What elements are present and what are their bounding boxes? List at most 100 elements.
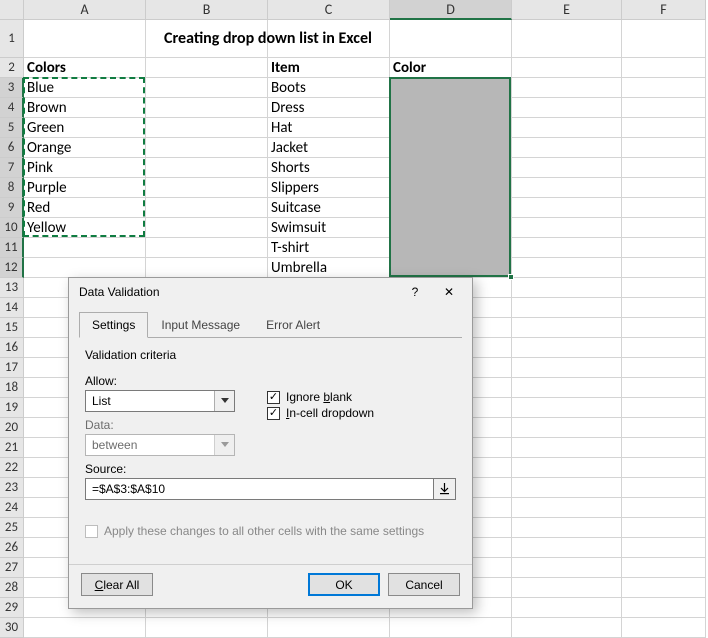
col-header-E[interactable]: E — [512, 0, 622, 20]
cell-B8[interactable] — [146, 178, 268, 198]
row-header[interactable]: 14 — [0, 298, 24, 318]
cell-E24[interactable] — [512, 498, 622, 518]
cell-D6[interactable] — [390, 138, 512, 158]
cell-D8[interactable] — [390, 178, 512, 198]
cell-E10[interactable] — [512, 218, 622, 238]
cell-E2[interactable] — [512, 58, 622, 78]
cell-F12[interactable] — [622, 258, 706, 278]
cell-F19[interactable] — [622, 398, 706, 418]
cell-E29[interactable] — [512, 598, 622, 618]
cell-A11[interactable] — [24, 238, 146, 258]
cell-F9[interactable] — [622, 198, 706, 218]
cell-F28[interactable] — [622, 578, 706, 598]
col-header-D[interactable]: D — [390, 0, 512, 20]
allow-select[interactable]: List — [85, 390, 235, 412]
cell-D5[interactable] — [390, 118, 512, 138]
tab-error-alert[interactable]: Error Alert — [253, 312, 333, 338]
cell-F22[interactable] — [622, 458, 706, 478]
range-picker-button[interactable] — [434, 478, 456, 500]
row-header[interactable]: 25 — [0, 518, 24, 538]
cell-F10[interactable] — [622, 218, 706, 238]
row-header[interactable]: 15 — [0, 318, 24, 338]
cell-F8[interactable] — [622, 178, 706, 198]
row-header[interactable]: 8 — [0, 178, 24, 198]
cell-D3[interactable] — [390, 78, 512, 98]
cell-D12[interactable] — [390, 258, 512, 278]
cell-E16[interactable] — [512, 338, 622, 358]
cell-E12[interactable] — [512, 258, 622, 278]
cell-E14[interactable] — [512, 298, 622, 318]
ignore-blank-checkbox[interactable]: ✓ Ignore blank — [267, 390, 374, 404]
cell-B12[interactable] — [146, 258, 268, 278]
select-all-corner[interactable] — [0, 0, 24, 20]
row-header[interactable]: 2 — [0, 58, 24, 78]
cell-A5[interactable]: Green — [24, 118, 146, 138]
row-header[interactable]: 24 — [0, 498, 24, 518]
cell-E18[interactable] — [512, 378, 622, 398]
cell-F18[interactable] — [622, 378, 706, 398]
cell-E28[interactable] — [512, 578, 622, 598]
close-button[interactable]: ✕ — [432, 280, 466, 304]
cell-A4[interactable]: Brown — [24, 98, 146, 118]
cell-A9[interactable]: Red — [24, 198, 146, 218]
cell-A12[interactable] — [24, 258, 146, 278]
row-header[interactable]: 6 — [0, 138, 24, 158]
cell-C12[interactable]: Umbrella — [268, 258, 390, 278]
cell-C30[interactable] — [268, 618, 390, 638]
cell-F7[interactable] — [622, 158, 706, 178]
cell-E3[interactable] — [512, 78, 622, 98]
cell-B10[interactable] — [146, 218, 268, 238]
cell-F29[interactable] — [622, 598, 706, 618]
cell-E7[interactable] — [512, 158, 622, 178]
cell-B2[interactable] — [146, 58, 268, 78]
cell-F15[interactable] — [622, 318, 706, 338]
cell-A10[interactable]: Yellow — [24, 218, 146, 238]
cell-C6[interactable]: Jacket — [268, 138, 390, 158]
cell-F3[interactable] — [622, 78, 706, 98]
cell-D10[interactable] — [390, 218, 512, 238]
cell-F11[interactable] — [622, 238, 706, 258]
row-header[interactable]: 23 — [0, 478, 24, 498]
cell-E20[interactable] — [512, 418, 622, 438]
incell-dropdown-checkbox[interactable]: ✓ In-cell dropdown — [267, 406, 374, 420]
cell-D11[interactable] — [390, 238, 512, 258]
cell-F16[interactable] — [622, 338, 706, 358]
cell-F25[interactable] — [622, 518, 706, 538]
col-header-C[interactable]: C — [268, 0, 390, 20]
row-header[interactable]: 26 — [0, 538, 24, 558]
cell-E30[interactable] — [512, 618, 622, 638]
clear-all-button[interactable]: Clear All — [81, 573, 153, 596]
cell-B5[interactable] — [146, 118, 268, 138]
row-header[interactable]: 10 — [0, 218, 24, 238]
cell-E26[interactable] — [512, 538, 622, 558]
cell-E19[interactable] — [512, 398, 622, 418]
cell-F5[interactable] — [622, 118, 706, 138]
cell-F4[interactable] — [622, 98, 706, 118]
cell-B3[interactable] — [146, 78, 268, 98]
cell-C5[interactable]: Hat — [268, 118, 390, 138]
cell-C3[interactable]: Boots — [268, 78, 390, 98]
dialog-titlebar[interactable]: Data Validation ? ✕ — [69, 278, 472, 306]
row-header[interactable]: 4 — [0, 98, 24, 118]
row-header[interactable]: 17 — [0, 358, 24, 378]
cell-A3[interactable]: Blue — [24, 78, 146, 98]
cell-C9[interactable]: Suitcase — [268, 198, 390, 218]
row-header[interactable]: 7 — [0, 158, 24, 178]
cell-F6[interactable] — [622, 138, 706, 158]
cell-E8[interactable] — [512, 178, 622, 198]
col-header-B[interactable]: B — [146, 0, 268, 20]
cell-D30[interactable] — [390, 618, 512, 638]
cell-F17[interactable] — [622, 358, 706, 378]
source-input[interactable]: =$A$3:$A$10 — [85, 478, 434, 500]
cell-E9[interactable] — [512, 198, 622, 218]
cell-E27[interactable] — [512, 558, 622, 578]
row-header[interactable]: 21 — [0, 438, 24, 458]
help-button[interactable]: ? — [398, 280, 432, 304]
cell-F24[interactable] — [622, 498, 706, 518]
cell-B4[interactable] — [146, 98, 268, 118]
cell-D7[interactable] — [390, 158, 512, 178]
cell-C7[interactable]: Shorts — [268, 158, 390, 178]
ok-button[interactable]: OK — [308, 573, 380, 596]
cell-F26[interactable] — [622, 538, 706, 558]
row-header[interactable]: 11 — [0, 238, 24, 258]
